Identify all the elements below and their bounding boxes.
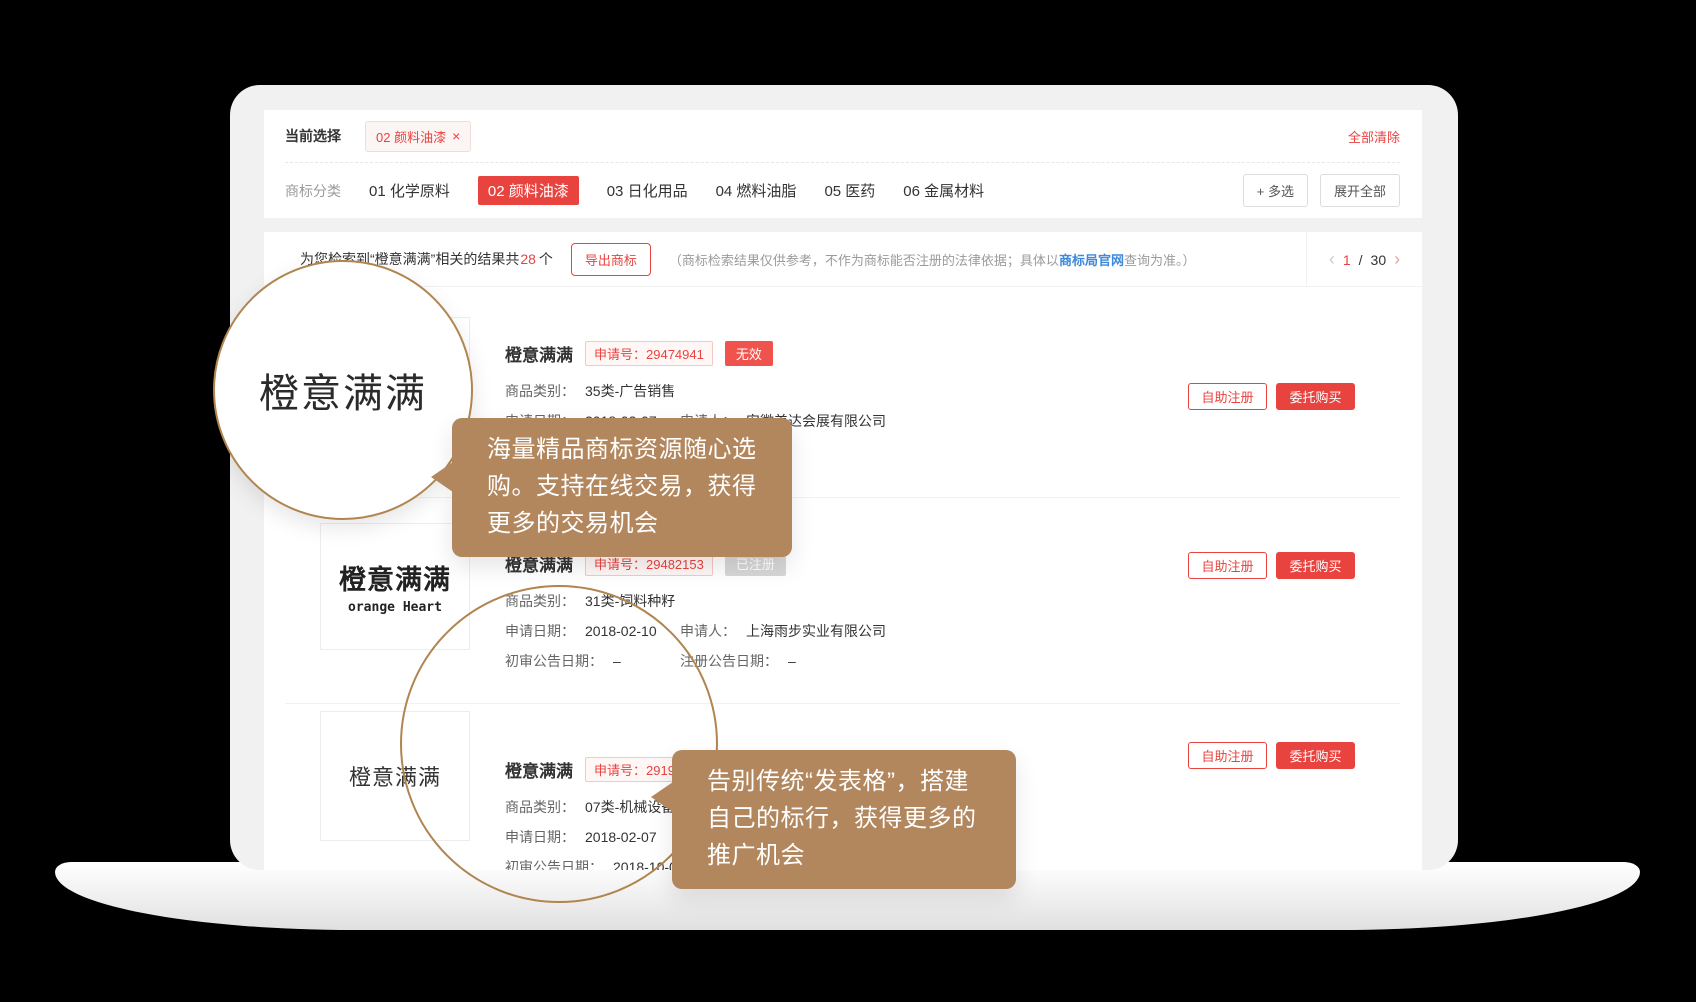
magnifier-circle-2 bbox=[400, 585, 718, 903]
category-label: 商标分类 bbox=[285, 181, 341, 201]
total-pages: 30 bbox=[1371, 252, 1387, 268]
category-row: 商标分类 01 化学原料 02 颜料油漆 03 日化用品 04 燃料油脂 05 … bbox=[285, 163, 1400, 218]
tooltip-promotion: 告别传统“发表格”，搭建 自己的标行，获得更多的 推广机会 bbox=[672, 750, 1016, 889]
entrust-purchase-button[interactable]: 委托购买 bbox=[1276, 552, 1355, 579]
results-disclaimer: （商标检索结果仅供参考，不作为商标能否注册的法律依据；具体以商标局官网查询为准。… bbox=[669, 250, 1196, 269]
application-number-badge: 申请号：29474941 bbox=[585, 341, 713, 366]
expand-all-button[interactable]: 展开全部 bbox=[1320, 174, 1400, 207]
tooltip-arrow-left bbox=[651, 782, 673, 812]
prev-page-icon[interactable]: ‹ bbox=[1329, 249, 1335, 270]
trademark-office-link[interactable]: 商标局官网 bbox=[1059, 253, 1124, 268]
self-register-button[interactable]: 自助注册 bbox=[1188, 742, 1267, 769]
category-item-01[interactable]: 01 化学原料 bbox=[369, 180, 450, 201]
row-actions-2: 自助注册 委托购买 bbox=[1188, 552, 1355, 579]
category-item-03[interactable]: 03 日化用品 bbox=[607, 180, 688, 201]
category-item-04[interactable]: 04 燃料油脂 bbox=[716, 180, 797, 201]
entrust-purchase-button[interactable]: 委托购买 bbox=[1276, 742, 1355, 769]
export-trademarks-button[interactable]: 导出商标 bbox=[571, 243, 651, 276]
page-separator: / bbox=[1359, 252, 1363, 268]
current-selection-label: 当前选择 bbox=[285, 126, 341, 146]
pagination: ‹ 1 / 30 › bbox=[1306, 232, 1422, 287]
trademark-name[interactable]: 橙意满满 bbox=[505, 341, 573, 366]
selected-filter-tag[interactable]: 02 颜料油漆 × bbox=[365, 121, 471, 152]
magnified-trademark-text: 橙意满满 bbox=[259, 361, 427, 419]
category-item-06[interactable]: 06 金属材料 bbox=[903, 180, 984, 201]
self-register-button[interactable]: 自助注册 bbox=[1188, 552, 1267, 579]
field-category: 商品类别：35类-广告销售 bbox=[505, 381, 1145, 401]
selected-filter-tag-label: 02 颜料油漆 bbox=[376, 127, 446, 146]
category-item-05[interactable]: 05 医药 bbox=[824, 180, 875, 201]
multi-select-button[interactable]: + 多选 bbox=[1243, 174, 1308, 207]
entrust-purchase-button[interactable]: 委托购买 bbox=[1276, 383, 1355, 410]
current-selection-row: 当前选择 02 颜料油漆 × 全部清除 bbox=[285, 110, 1400, 162]
trademark-image-text: 橙意满满 bbox=[339, 558, 451, 597]
self-register-button[interactable]: 自助注册 bbox=[1188, 383, 1267, 410]
trademark-image-subtext: orange Heart bbox=[348, 600, 442, 615]
filter-panel: 当前选择 02 颜料油漆 × 全部清除 商标分类 01 化学原料 02 颜料油漆… bbox=[264, 110, 1422, 218]
tooltip-arrow-left bbox=[431, 462, 453, 492]
row-actions-1: 自助注册 委托购买 bbox=[1188, 383, 1355, 410]
current-page: 1 bbox=[1343, 252, 1351, 268]
tooltip-marketplace: 海量精品商标资源随心选 购。支持在线交易，获得 更多的交易机会 bbox=[452, 418, 792, 557]
results-header: 为您检索到“橙意满满”相关的结果共28个 导出商标 （商标检索结果仅供参考，不作… bbox=[264, 232, 1422, 287]
row-actions-3: 自助注册 委托购买 bbox=[1188, 742, 1355, 769]
next-page-icon[interactable]: › bbox=[1394, 249, 1400, 270]
category-items: 01 化学原料 02 颜料油漆 03 日化用品 04 燃料油脂 05 医药 06… bbox=[369, 176, 984, 205]
remove-tag-icon[interactable]: × bbox=[452, 131, 460, 141]
category-actions: + 多选 展开全部 bbox=[1243, 174, 1400, 207]
results-count: 28 bbox=[520, 251, 536, 267]
category-item-02-active[interactable]: 02 颜料油漆 bbox=[478, 176, 579, 205]
clear-all-button[interactable]: 全部清除 bbox=[1348, 127, 1400, 146]
status-badge-invalid: 无效 bbox=[725, 341, 773, 366]
